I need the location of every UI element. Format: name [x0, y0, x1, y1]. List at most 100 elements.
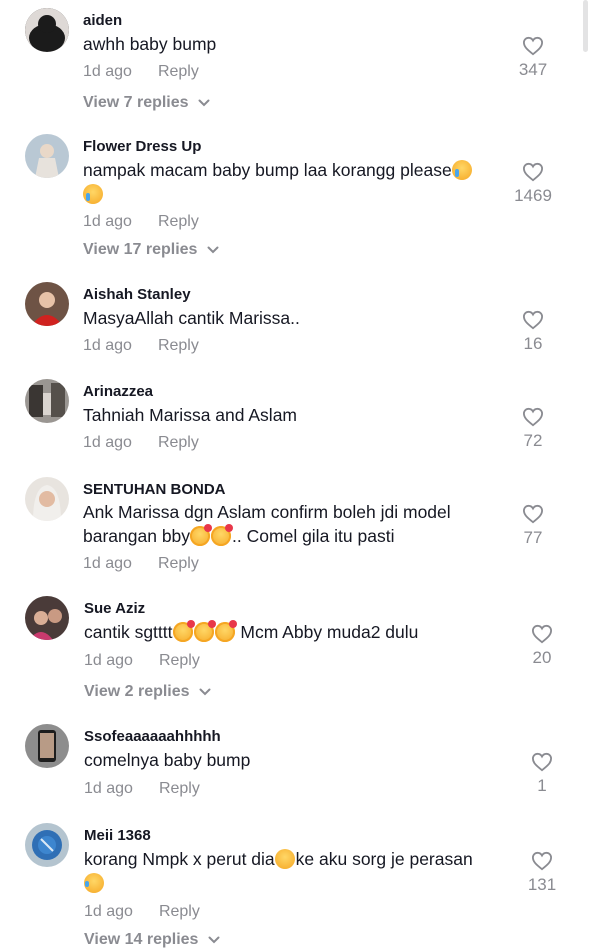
like-button[interactable]: 1469	[503, 162, 563, 206]
like-button[interactable]: 72	[503, 407, 563, 451]
comment-meta: 1d ago Reply	[83, 337, 199, 355]
reply-button[interactable]: Reply	[159, 652, 200, 669]
username[interactable]: Ssofeaaaaaahhhhh	[84, 728, 221, 745]
comment-meta: 1d ago Reply	[84, 903, 200, 921]
comment-text-line: Ank Marissa dgn Aslam confirm boleh jdi …	[83, 502, 451, 522]
username[interactable]: Meii 1368	[84, 827, 151, 844]
view-replies-label: View 17 replies	[83, 241, 198, 258]
reply-button[interactable]: Reply	[159, 903, 200, 920]
view-replies-label: View 14 replies	[84, 931, 199, 948]
timestamp: 1d ago	[83, 337, 132, 354]
timestamp: 1d ago	[83, 213, 132, 230]
crying-emoji-icon	[83, 184, 103, 204]
view-replies-label: View 7 replies	[83, 94, 189, 111]
like-button[interactable]: 131	[512, 851, 572, 895]
avatar[interactable]	[25, 596, 69, 640]
comment-meta: 1d ago Reply	[83, 434, 199, 452]
comment-text-line: .. Comel gila itu pasti	[232, 526, 395, 546]
comment-text: MasyaAllah cantik Marissa..	[83, 308, 300, 328]
comment-text-line: nampak macam baby bump laa korangg pleas…	[83, 160, 452, 180]
heart-outline-icon	[531, 752, 553, 772]
like-button[interactable]: 1	[512, 752, 572, 796]
reply-button[interactable]: Reply	[158, 63, 199, 80]
comment-text-line: Mcm Abby muda2 dulu	[235, 622, 419, 642]
comment-meta: 1d ago Reply	[83, 555, 199, 573]
reply-button[interactable]: Reply	[158, 555, 199, 572]
comment-text-line: barangan bby	[83, 526, 191, 546]
like-button[interactable]: 20	[512, 624, 572, 668]
comment-text: korang Nmpk x perut dia ke aku sorg je pe…	[84, 847, 473, 895]
timestamp: 1d ago	[84, 903, 133, 920]
heart-outline-icon	[522, 162, 544, 182]
comment-text: nampak macam baby bump laa korangg pleas…	[83, 158, 473, 206]
reply-button[interactable]: Reply	[158, 337, 199, 354]
comment-text-line: ke aku sorg je perasan	[295, 849, 473, 869]
heart-outline-icon	[522, 407, 544, 427]
smiling-hearts-emoji-icon	[190, 524, 213, 546]
comment-text: cantik sgtttt Mcm Abby muda2 dulu	[84, 620, 418, 644]
heart-outline-icon	[531, 851, 553, 871]
reply-button[interactable]: Reply	[159, 780, 200, 797]
like-count: 131	[527, 875, 557, 894]
scrollbar[interactable]	[583, 0, 588, 52]
like-button[interactable]: 16	[503, 310, 563, 354]
chevron-down-icon	[198, 99, 210, 107]
comment-text: awhh baby bump	[83, 34, 217, 54]
username[interactable]: SENTUHAN BONDA	[83, 481, 226, 498]
like-count: 347	[518, 60, 548, 79]
reply-button[interactable]: Reply	[158, 213, 199, 230]
comment-text-line: korang Nmpk x perut dia	[84, 849, 275, 869]
avatar[interactable]	[25, 134, 69, 178]
avatar[interactable]	[25, 379, 69, 423]
timestamp: 1d ago	[83, 434, 132, 451]
chevron-down-icon	[208, 936, 220, 944]
like-count: 77	[523, 528, 543, 547]
crying-emoji-icon	[451, 160, 472, 180]
comment-meta: 1d ago Reply	[83, 213, 199, 231]
heart-outline-icon	[522, 310, 544, 330]
chevron-down-icon	[207, 246, 219, 254]
smiling-hearts-emoji-icon	[193, 620, 216, 642]
like-count: 1	[537, 776, 547, 795]
laughing-tears-emoji-icon	[84, 873, 104, 893]
view-replies-label: View 2 replies	[84, 683, 190, 700]
view-replies-button[interactable]: View 2 replies	[84, 683, 211, 701]
username[interactable]: Aishah Stanley	[83, 286, 191, 303]
username[interactable]: Flower Dress Up	[83, 138, 201, 155]
view-replies-button[interactable]: View 14 replies	[84, 931, 220, 949]
comment-text-line: cantik sgtttt	[84, 622, 173, 642]
view-replies-button[interactable]: View 17 replies	[83, 241, 219, 259]
avatar[interactable]	[25, 823, 69, 867]
like-count: 16	[523, 334, 543, 353]
avatar[interactable]	[25, 724, 69, 768]
timestamp: 1d ago	[83, 63, 132, 80]
like-button[interactable]: 347	[503, 36, 563, 80]
reply-button[interactable]: Reply	[158, 434, 199, 451]
comment-text: Tahniah Marissa and Aslam	[83, 405, 297, 425]
timestamp: 1d ago	[84, 780, 133, 797]
like-count: 72	[523, 431, 543, 450]
view-replies-button[interactable]: View 7 replies	[83, 94, 210, 112]
comment-meta: 1d ago Reply	[84, 652, 200, 670]
shy-face-emoji-icon	[274, 849, 295, 869]
username[interactable]: Sue Aziz	[84, 600, 145, 617]
like-count: 1469	[514, 186, 552, 205]
username[interactable]: aiden	[83, 12, 122, 29]
avatar[interactable]	[25, 282, 69, 326]
avatar[interactable]	[25, 477, 69, 521]
like-count: 20	[532, 648, 552, 667]
timestamp: 1d ago	[84, 652, 133, 669]
comment-meta: 1d ago Reply	[83, 63, 199, 81]
timestamp: 1d ago	[83, 555, 132, 572]
smiling-hearts-emoji-icon	[211, 524, 234, 546]
heart-outline-icon	[522, 504, 544, 524]
like-button[interactable]: 77	[503, 504, 563, 548]
avatar[interactable]	[25, 8, 69, 52]
username[interactable]: Arinazzea	[83, 383, 153, 400]
comment-meta: 1d ago Reply	[84, 780, 200, 798]
heart-outline-icon	[531, 624, 553, 644]
comment-text: comelnya baby bump	[84, 750, 251, 770]
chevron-down-icon	[199, 688, 211, 696]
smiling-hearts-emoji-icon	[214, 620, 237, 642]
smiling-hearts-emoji-icon	[172, 620, 195, 642]
